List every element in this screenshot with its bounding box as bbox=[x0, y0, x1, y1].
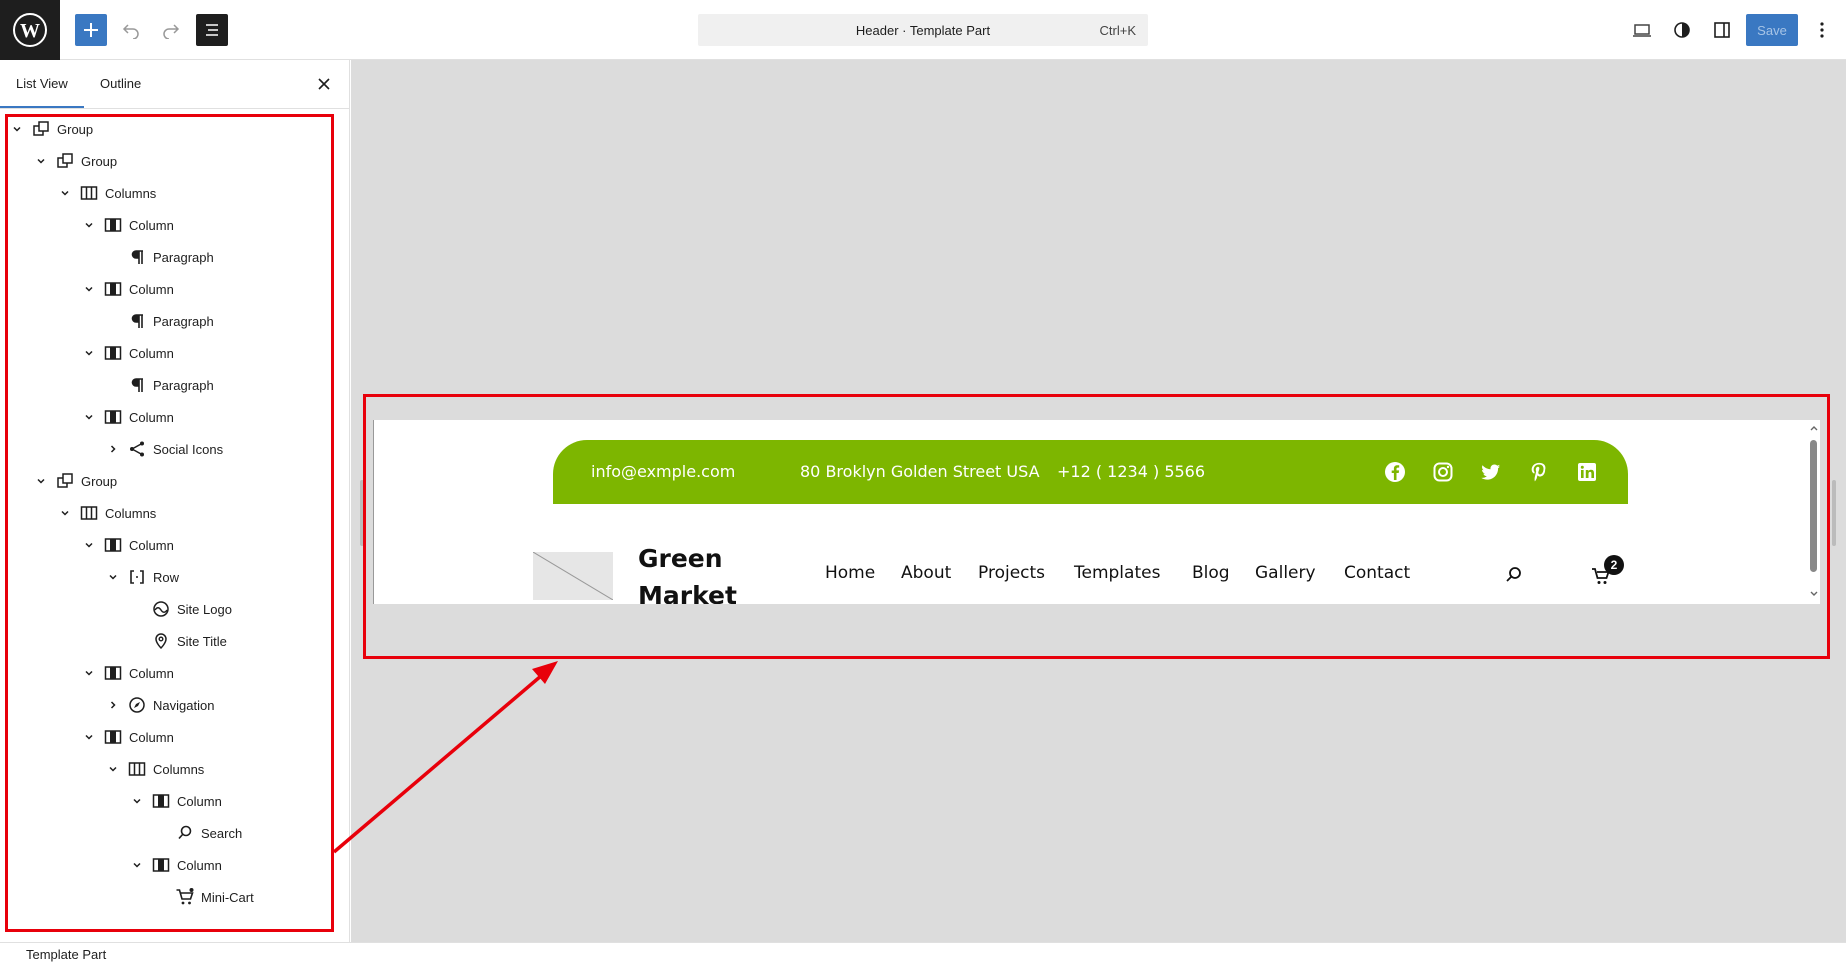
settings-sidebar-button[interactable] bbox=[1706, 14, 1738, 46]
close-panel-button[interactable] bbox=[312, 72, 336, 96]
device-preview-button[interactable] bbox=[1626, 14, 1658, 46]
shortcut-hint: Ctrl+K bbox=[1099, 23, 1136, 38]
undo-icon bbox=[122, 24, 139, 39]
redo-button[interactable] bbox=[155, 14, 187, 46]
list-view-icon bbox=[206, 24, 218, 36]
contrast-icon bbox=[1674, 22, 1690, 38]
svg-text:W: W bbox=[20, 20, 40, 42]
undo-button[interactable] bbox=[115, 14, 147, 46]
desktop-icon bbox=[1633, 24, 1651, 37]
highlight-box-right bbox=[363, 394, 1830, 659]
highlight-box-left bbox=[5, 114, 334, 932]
document-title: Header · Template Part bbox=[855, 23, 991, 38]
sidebar-icon bbox=[1714, 22, 1730, 38]
panel-tabs: List View Outline bbox=[0, 60, 350, 109]
close-icon bbox=[318, 78, 330, 90]
wordpress-logo-icon[interactable]: W bbox=[0, 0, 60, 60]
tab-list-view[interactable]: List View bbox=[0, 60, 84, 108]
tab-outline[interactable]: Outline bbox=[84, 60, 157, 108]
list-view-toggle-button[interactable] bbox=[196, 14, 228, 46]
block-breadcrumb-bar: Template Part bbox=[0, 942, 1846, 966]
styles-button[interactable] bbox=[1666, 14, 1698, 46]
resize-handle-right[interactable] bbox=[1832, 480, 1836, 546]
command-palette-button[interactable]: Header · Template Part Ctrl+K bbox=[698, 14, 1148, 46]
editor-header: W Header · Template Part Ctrl+K Save bbox=[0, 0, 1846, 60]
redo-icon bbox=[163, 24, 180, 39]
add-block-button[interactable] bbox=[75, 14, 107, 46]
more-vertical-icon bbox=[1820, 22, 1824, 38]
options-menu-button[interactable] bbox=[1806, 14, 1838, 46]
breadcrumb-template-part[interactable]: Template Part bbox=[26, 947, 106, 962]
save-button[interactable]: Save bbox=[1746, 14, 1798, 46]
